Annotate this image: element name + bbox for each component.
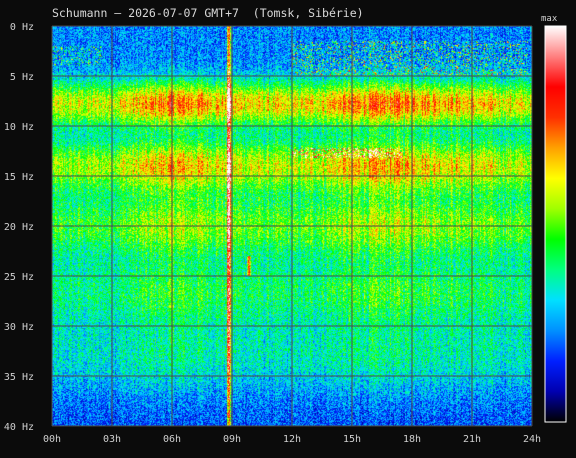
y-tick-label: 30 Hz xyxy=(4,322,34,333)
y-tick-label: 15 Hz xyxy=(4,172,34,183)
spectrogram-chart: 00h 03h 06h 09h 12h 15h 18h 21h 24h 0 Hz 5 Hz 10 H… xyxy=(4,22,567,445)
y-tick-label: 10 Hz xyxy=(4,122,34,133)
x-tick-label: 12h xyxy=(283,434,301,445)
y-axis-ticks: 0 Hz 5 Hz 10 Hz 15 Hz 20 Hz 25 Hz 30 Hz 35 Hz 40… xyxy=(4,22,34,433)
x-tick-label: 15h xyxy=(343,434,361,445)
y-tick-label: 0 Hz xyxy=(10,22,34,33)
colorbar xyxy=(544,25,567,423)
x-axis-ticks: 00h 03h 06h 09h 12h 15h 18h 21h 24h xyxy=(43,434,541,445)
x-tick-label: 24h xyxy=(523,434,541,445)
x-tick-label: 03h xyxy=(103,434,121,445)
x-tick-label: 06h xyxy=(163,434,181,445)
x-tick-label: 00h xyxy=(43,434,61,445)
y-tick-label: 25 Hz xyxy=(4,272,34,283)
y-tick-label: 40 Hz xyxy=(4,422,34,433)
y-tick-label: 20 Hz xyxy=(4,222,34,233)
y-tick-label: 5 Hz xyxy=(10,72,34,83)
x-tick-label: 09h xyxy=(223,434,241,445)
x-tick-label: 18h xyxy=(403,434,421,445)
y-tick-label: 35 Hz xyxy=(4,372,34,383)
x-tick-label: 21h xyxy=(463,434,481,445)
